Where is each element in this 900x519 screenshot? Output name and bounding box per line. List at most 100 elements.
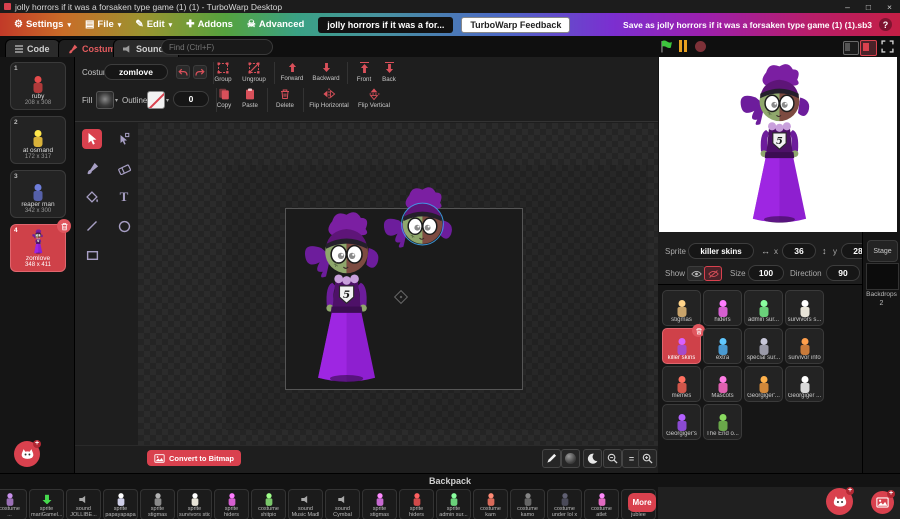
- backward-button[interactable]: Backward: [309, 62, 343, 82]
- stage-button[interactable]: Stage: [867, 240, 898, 262]
- zombie-witch-head-selected[interactable]: [377, 185, 465, 266]
- undo-button[interactable]: [176, 65, 190, 79]
- backpack-item[interactable]: sound Music Madl: [288, 489, 323, 519]
- fullscreen-icon[interactable]: [881, 40, 894, 53]
- show-hidden-button[interactable]: [704, 266, 722, 281]
- backpack-item[interactable]: sprite mariGamel...: [29, 489, 64, 519]
- fill-swatch[interactable]: ▾: [96, 91, 118, 109]
- backpack-item[interactable]: costume kam: [473, 489, 508, 519]
- menu-file[interactable]: ▤ File ▾: [85, 19, 121, 30]
- circle-tool[interactable]: [114, 216, 134, 236]
- costume-item-ruby[interactable]: 1 ruby 208 x 308: [10, 62, 66, 110]
- large-stage-button[interactable]: [860, 40, 877, 56]
- forward-button[interactable]: Forward: [277, 62, 307, 82]
- fill-tool[interactable]: [82, 187, 102, 207]
- pause-button[interactable]: [679, 40, 689, 52]
- sprite-tile[interactable]: Georgiger's: [662, 404, 701, 440]
- backpack-more-button[interactable]: More: [628, 493, 656, 512]
- zoom-in-button[interactable]: [638, 449, 657, 468]
- select-tool[interactable]: [82, 129, 102, 149]
- sprite-tile[interactable]: memes: [662, 366, 701, 402]
- backdrop-thumbnail[interactable]: [866, 263, 899, 290]
- backpack-item[interactable]: costume shitpio: [251, 489, 286, 519]
- costume-name-input[interactable]: [104, 64, 168, 80]
- back-button[interactable]: Back: [378, 62, 400, 83]
- backpack-item[interactable]: sprite hiders: [399, 489, 434, 519]
- direction-input[interactable]: [826, 265, 860, 281]
- backpack-item[interactable]: sprite survivors stic: [177, 489, 212, 519]
- menu-addons[interactable]: ✚ Addons: [186, 19, 233, 30]
- sphere-mode-button[interactable]: [561, 449, 580, 468]
- sprite-tile[interactable]: Georgiger ...: [785, 366, 824, 402]
- menu-settings[interactable]: ⚙ Settings ▾: [14, 19, 71, 30]
- onion-skin-button[interactable]: [583, 449, 602, 468]
- costume-item-zomlove[interactable]: 4 zomlove 348 x 411: [10, 219, 71, 272]
- show-visible-button[interactable]: [687, 266, 705, 281]
- sprite-tile[interactable]: stigmas: [662, 290, 701, 326]
- backpack-item[interactable]: costume kamo: [510, 489, 545, 519]
- tab-code[interactable]: Code: [5, 39, 60, 58]
- rectangle-tool[interactable]: [82, 245, 102, 265]
- sprite-tile[interactable]: survivors s...: [785, 290, 824, 326]
- sprite-tile[interactable]: hiders: [703, 290, 742, 326]
- backpack-item[interactable]: sprite papayapapa: [103, 489, 138, 519]
- line-tool[interactable]: [82, 216, 102, 236]
- close-button[interactable]: ×: [887, 2, 892, 12]
- sprite-tile[interactable]: killer skins: [662, 324, 705, 364]
- text-tool[interactable]: T: [114, 187, 134, 207]
- size-input[interactable]: [748, 265, 784, 281]
- backpack-item[interactable]: costume atlet: [584, 489, 619, 519]
- flip-horizontal-button[interactable]: Flip Horizontal: [306, 88, 352, 109]
- save-link[interactable]: Save as jolly horrors if it was a forsak…: [623, 20, 872, 30]
- menu-edit[interactable]: ✎ Edit ▾: [135, 19, 172, 30]
- menu-advanced[interactable]: ☠ Advanced: [247, 19, 304, 30]
- copy-button[interactable]: Copy: [212, 88, 236, 109]
- front-button[interactable]: Front: [352, 62, 376, 83]
- paint-canvas[interactable]: [138, 123, 658, 445]
- backpack-item[interactable]: sound JOLLIBE...: [66, 489, 101, 519]
- backpack-item[interactable]: costume under lol x: [547, 489, 582, 519]
- maximize-button[interactable]: □: [866, 2, 871, 12]
- convert-to-bitmap-button[interactable]: Convert to Bitmap: [147, 450, 242, 466]
- minimize-button[interactable]: –: [845, 2, 850, 12]
- green-flag-button[interactable]: [660, 40, 673, 53]
- sprite-tile[interactable]: special sur...: [744, 328, 783, 364]
- backpack-item[interactable]: sprite stigmas: [140, 489, 175, 519]
- backpack-header[interactable]: Backpack: [0, 473, 900, 487]
- flip-vertical-button[interactable]: Flip Vertical: [354, 88, 394, 109]
- sprite-tile[interactable]: Georgiger'...: [744, 366, 783, 402]
- backpack-item[interactable]: costume ...: [0, 489, 27, 519]
- stop-button[interactable]: [695, 41, 706, 52]
- stage-sprite-witch[interactable]: [732, 62, 824, 232]
- help-button[interactable]: ?: [879, 18, 892, 31]
- costume-item-at-osmand[interactable]: 2 at osmand 172 x 317: [10, 116, 66, 164]
- small-stage-button[interactable]: [843, 41, 859, 55]
- sprite-tile[interactable]: admin sur...: [744, 290, 783, 326]
- backpack-item[interactable]: sprite admin sur...: [436, 489, 471, 519]
- eraser-tool[interactable]: [114, 158, 134, 178]
- delete-button[interactable]: Delete: [271, 88, 299, 109]
- project-name-box[interactable]: jolly horrors if it was a for...: [318, 16, 454, 33]
- sprite-tile[interactable]: Mascots: [703, 366, 742, 402]
- pen-mode-button[interactable]: [542, 449, 561, 468]
- sprite-tile[interactable]: extra: [703, 328, 742, 364]
- redo-button[interactable]: [193, 65, 207, 79]
- reshape-tool[interactable]: [114, 129, 134, 149]
- sprite-tile[interactable]: survivor info: [785, 328, 824, 364]
- sprite-tile[interactable]: The End o...: [703, 404, 742, 440]
- add-extension-button[interactable]: +: [14, 440, 41, 467]
- find-input[interactable]: [161, 39, 273, 55]
- backpack-item[interactable]: sprite stigmas: [362, 489, 397, 519]
- brush-tool[interactable]: [82, 158, 102, 178]
- stage-preview[interactable]: [659, 57, 897, 232]
- delete-costume-button[interactable]: [57, 219, 71, 233]
- add-sprite-button[interactable]: +: [826, 487, 854, 515]
- add-backdrop-button[interactable]: +: [871, 490, 895, 514]
- feedback-button[interactable]: TurboWarp Feedback: [461, 16, 571, 33]
- x-input[interactable]: [782, 243, 816, 259]
- paste-button[interactable]: Paste: [238, 88, 262, 109]
- zoom-out-button[interactable]: [603, 449, 622, 468]
- outline-width-input[interactable]: [173, 91, 209, 107]
- backpack-item[interactable]: sprite hiders: [214, 489, 249, 519]
- outline-swatch[interactable]: ▾: [147, 91, 169, 109]
